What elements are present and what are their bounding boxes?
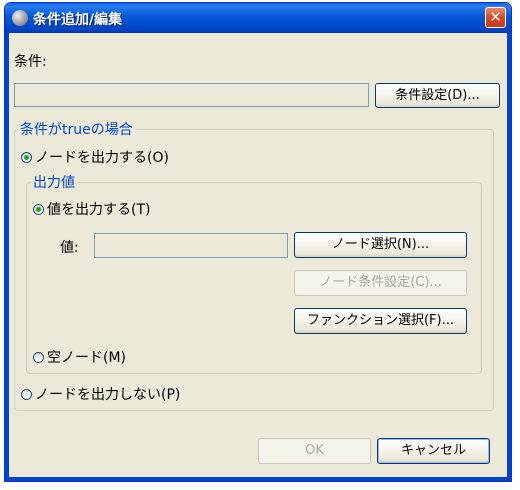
cancel-button[interactable]: キャンセル (377, 438, 490, 464)
true-group-legend: 条件がtrueの場合 (18, 119, 135, 139)
close-button[interactable]: ✕ (485, 7, 506, 28)
window-title: 条件追加/編集 (33, 12, 123, 28)
title-bar[interactable]: 条件追加/編集 ✕ (5, 3, 511, 33)
node-condition-button[interactable]: ノード条件設定(C)... (294, 270, 467, 296)
condition-label: 条件: (14, 54, 47, 70)
radio-empty-node-indicator (33, 351, 44, 363)
condition-field[interactable] (14, 83, 369, 107)
radio-empty-node[interactable]: 空ノード(M) (33, 347, 126, 367)
function-select-button[interactable]: ファンクション選択(F)... (294, 308, 467, 334)
radio-output-value[interactable]: 値を出力する(T) (33, 199, 150, 219)
close-icon: ✕ (489, 8, 502, 26)
radio-output-value-indicator (33, 203, 44, 215)
node-select-button[interactable]: ノード選択(N)... (294, 232, 467, 258)
dialog-window: 条件追加/編集 ✕ 条件: 条件設定(D)... 条件がtrueの場合 ノードを… (4, 2, 512, 482)
radio-output-node-label: ノードを出力する(O) (35, 150, 169, 166)
output-value-legend: 出力値 (31, 172, 77, 192)
value-label: 値: (60, 240, 79, 256)
radio-empty-node-label: 空ノード(M) (47, 350, 127, 366)
app-icon (12, 10, 28, 26)
value-field[interactable] (94, 233, 288, 258)
ok-button[interactable]: OK (258, 438, 371, 464)
radio-output-value-label: 値を出力する(T) (47, 202, 151, 218)
condition-settings-button[interactable]: 条件設定(D)... (375, 83, 500, 108)
radio-no-output[interactable]: ノードを出力しない(P) (21, 384, 180, 404)
window-frame-bottom (5, 477, 511, 481)
window-frame-right (507, 33, 511, 481)
window-frame-left (5, 33, 9, 481)
radio-no-output-label: ノードを出力しない(P) (35, 387, 181, 403)
radio-output-node[interactable]: ノードを出力する(O) (21, 147, 169, 167)
radio-no-output-indicator (21, 388, 32, 400)
radio-output-node-indicator (21, 151, 32, 163)
